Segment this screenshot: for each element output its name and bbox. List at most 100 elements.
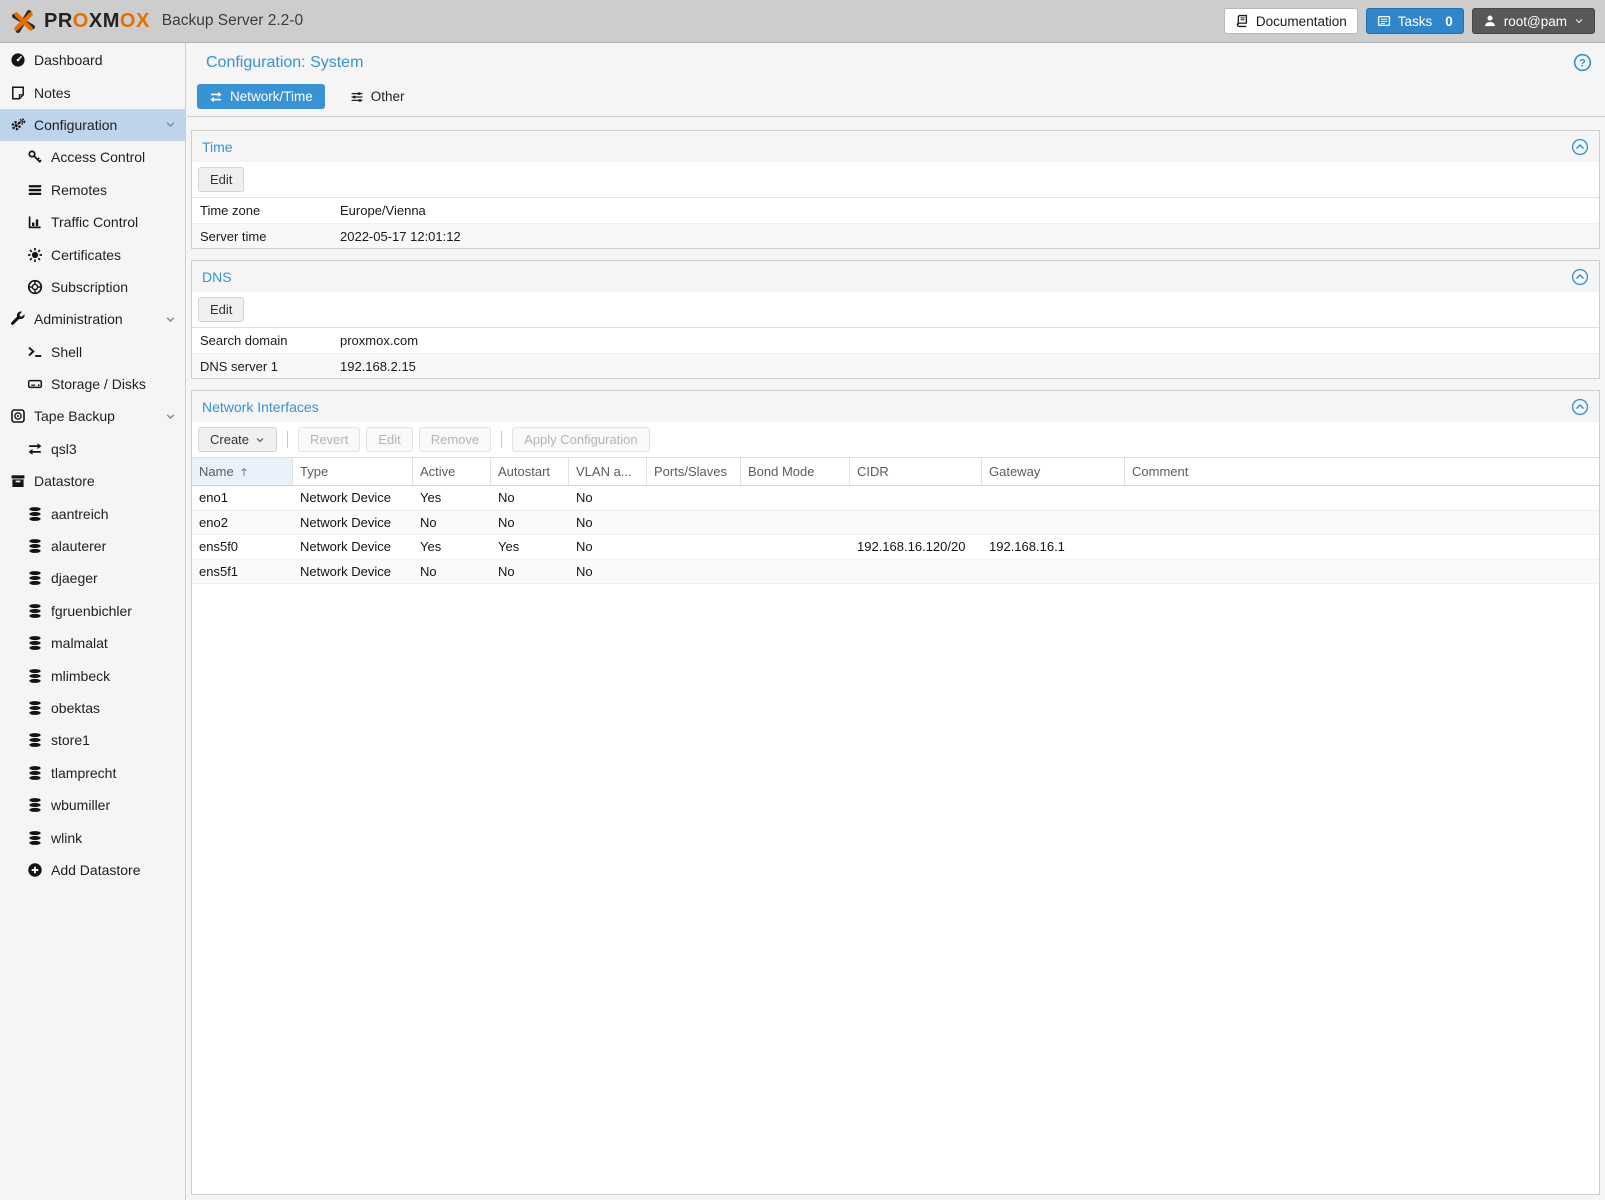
table-row-eno2[interactable]: eno2Network DeviceNoNoNo: [192, 511, 1599, 536]
collapse-icon[interactable]: [1571, 268, 1589, 286]
kv-value: 192.168.2.15: [340, 359, 416, 374]
sidebar-item-notes[interactable]: Notes: [0, 76, 185, 108]
sidebar-item-remotes[interactable]: Remotes: [0, 174, 185, 206]
column-header-autostart[interactable]: Autostart: [491, 458, 569, 485]
create-button[interactable]: Create: [198, 427, 277, 452]
sidebar-item-obektas[interactable]: obektas: [0, 692, 185, 724]
sidebar-item-fgruenbichler[interactable]: fgruenbichler: [0, 595, 185, 627]
dns-panel: DNS Edit Search domainproxmox.comDNS ser…: [191, 260, 1600, 379]
sidebar-item-traffic-control[interactable]: Traffic Control: [0, 206, 185, 238]
column-header-comment[interactable]: Comment: [1125, 458, 1599, 485]
sidebar-item-malmalat[interactable]: malmalat: [0, 627, 185, 659]
column-header-vlan[interactable]: VLAN a...: [569, 458, 647, 485]
cell-name: eno2: [192, 511, 293, 535]
dns-edit-button[interactable]: Edit: [198, 297, 244, 322]
sidebar-item-alauterer[interactable]: alauterer: [0, 530, 185, 562]
remotes-icon: [27, 182, 43, 198]
sidebar-item-shell[interactable]: Shell: [0, 336, 185, 368]
cell-autostart: No: [491, 486, 569, 510]
product-version: Backup Server 2.2-0: [162, 12, 303, 30]
database-icon: [27, 830, 43, 846]
column-header-type[interactable]: Type: [293, 458, 413, 485]
sidebar-item-djaeger[interactable]: djaeger: [0, 562, 185, 594]
kv-label: Search domain: [192, 333, 340, 348]
time-toolbar: Edit: [192, 162, 1599, 198]
collapse-icon[interactable]: [1571, 398, 1589, 416]
sidebar-item-tlamprecht[interactable]: tlamprecht: [0, 757, 185, 789]
kv-row: Server time2022-05-17 12:01:12: [192, 223, 1599, 248]
cell-gateway: [982, 486, 1125, 510]
database-icon: [27, 732, 43, 748]
sidebar-item-access-control[interactable]: Access Control: [0, 141, 185, 173]
sidebar-item-administration[interactable]: Administration: [0, 303, 185, 335]
sidebar-item-datastore[interactable]: Datastore: [0, 465, 185, 497]
dns-panel-title: DNS: [202, 269, 232, 285]
sidebar-item-label: Subscription: [51, 279, 128, 295]
column-header-active[interactable]: Active: [413, 458, 491, 485]
cell-type: Network Device: [293, 535, 413, 559]
tasks-button[interactable]: Tasks 0: [1366, 8, 1464, 34]
chevron-down-icon: [255, 435, 265, 445]
sidebar-item-store1[interactable]: store1: [0, 724, 185, 756]
cell-bond: [741, 535, 850, 559]
network-interfaces-table: NameTypeActive Autostart VLAN a... Ports/Sl…: [192, 458, 1599, 1194]
sidebar-item-label: qsl3: [51, 441, 77, 457]
column-header-gateway[interactable]: Gateway: [982, 458, 1125, 485]
sidebar-item-label: Notes: [34, 85, 71, 101]
apply-configuration-button[interactable]: Apply Configuration: [512, 427, 649, 452]
exchange-icon: [27, 441, 43, 457]
edit-button[interactable]: Edit: [366, 427, 412, 452]
sidebar-item-mlimbeck[interactable]: mlimbeck: [0, 659, 185, 691]
sidebar-item-add-datastore[interactable]: Add Datastore: [0, 854, 185, 886]
cell-vlan: No: [569, 560, 647, 584]
documentation-button[interactable]: Documentation: [1224, 8, 1358, 34]
sidebar-item-dashboard[interactable]: Dashboard: [0, 44, 185, 76]
sidebar-item-wbumiller[interactable]: wbumiller: [0, 789, 185, 821]
sidebar-item-wlink[interactable]: wlink: [0, 821, 185, 853]
sidebar-item-label: Traffic Control: [51, 214, 138, 230]
wrench-icon: [10, 311, 26, 327]
sidebar-item-certificates[interactable]: Certificates: [0, 238, 185, 270]
sidebar-item-label: Configuration: [34, 117, 117, 133]
sidebar-item-qsl3[interactable]: qsl3: [0, 433, 185, 465]
table-row-ens5f1[interactable]: ens5f1Network DeviceNoNoNo: [192, 560, 1599, 585]
tab-network-time[interactable]: Network/Time: [197, 84, 325, 109]
sidebar-item-label: Tape Backup: [34, 408, 115, 424]
user-menu-button[interactable]: root@pam: [1472, 8, 1595, 34]
revert-button[interactable]: Revert: [298, 427, 360, 452]
sidebar-item-storage-disks[interactable]: Storage / Disks: [0, 368, 185, 400]
life-ring-icon: [27, 279, 43, 295]
sidebar-item-subscription[interactable]: Subscription: [0, 271, 185, 303]
remove-button[interactable]: Remove: [419, 427, 491, 452]
help-icon[interactable]: ?: [1573, 53, 1592, 72]
column-header-label: Bond Mode: [748, 464, 815, 479]
proxmox-logo-icon: [10, 8, 37, 35]
column-header-ports[interactable]: Ports/Slaves: [647, 458, 741, 485]
column-header-bond[interactable]: Bond Mode: [741, 458, 850, 485]
column-header-cidr[interactable]: CIDR: [850, 458, 982, 485]
time-edit-button[interactable]: Edit: [198, 167, 244, 192]
sidebar-item-label: Datastore: [34, 473, 95, 489]
database-icon: [27, 603, 43, 619]
database-icon: [27, 570, 43, 586]
cell-active: Yes: [413, 486, 491, 510]
column-header-label: Autostart: [498, 464, 550, 479]
table-row-ens5f0[interactable]: ens5f0Network DeviceYesYesNo192.168.16.1…: [192, 535, 1599, 560]
sidebar-item-label: Remotes: [51, 182, 107, 198]
time-panel: Time Edit Time zoneEurope/ViennaServer t…: [191, 130, 1600, 249]
column-header-label: VLAN a...: [576, 464, 632, 479]
database-icon: [27, 635, 43, 651]
sidebar-item-aantreich[interactable]: aantreich: [0, 497, 185, 529]
table-row-eno1[interactable]: eno1Network DeviceYesNoNo: [192, 486, 1599, 511]
cell-comment: [1125, 486, 1599, 510]
sidebar-item-tape-backup[interactable]: Tape Backup: [0, 400, 185, 432]
cell-name: ens5f1: [192, 560, 293, 584]
network-toolbar: Create Revert Edit Remove Apply Configur…: [192, 422, 1599, 458]
tab-other[interactable]: Other: [338, 84, 417, 109]
collapse-icon[interactable]: [1571, 138, 1589, 156]
cell-type: Network Device: [293, 511, 413, 535]
sidebar-item-configuration[interactable]: Configuration: [0, 109, 185, 141]
column-header-name[interactable]: Name: [192, 458, 293, 485]
cell-gateway: 192.168.16.1: [982, 535, 1125, 559]
cell-ports: [647, 560, 741, 584]
